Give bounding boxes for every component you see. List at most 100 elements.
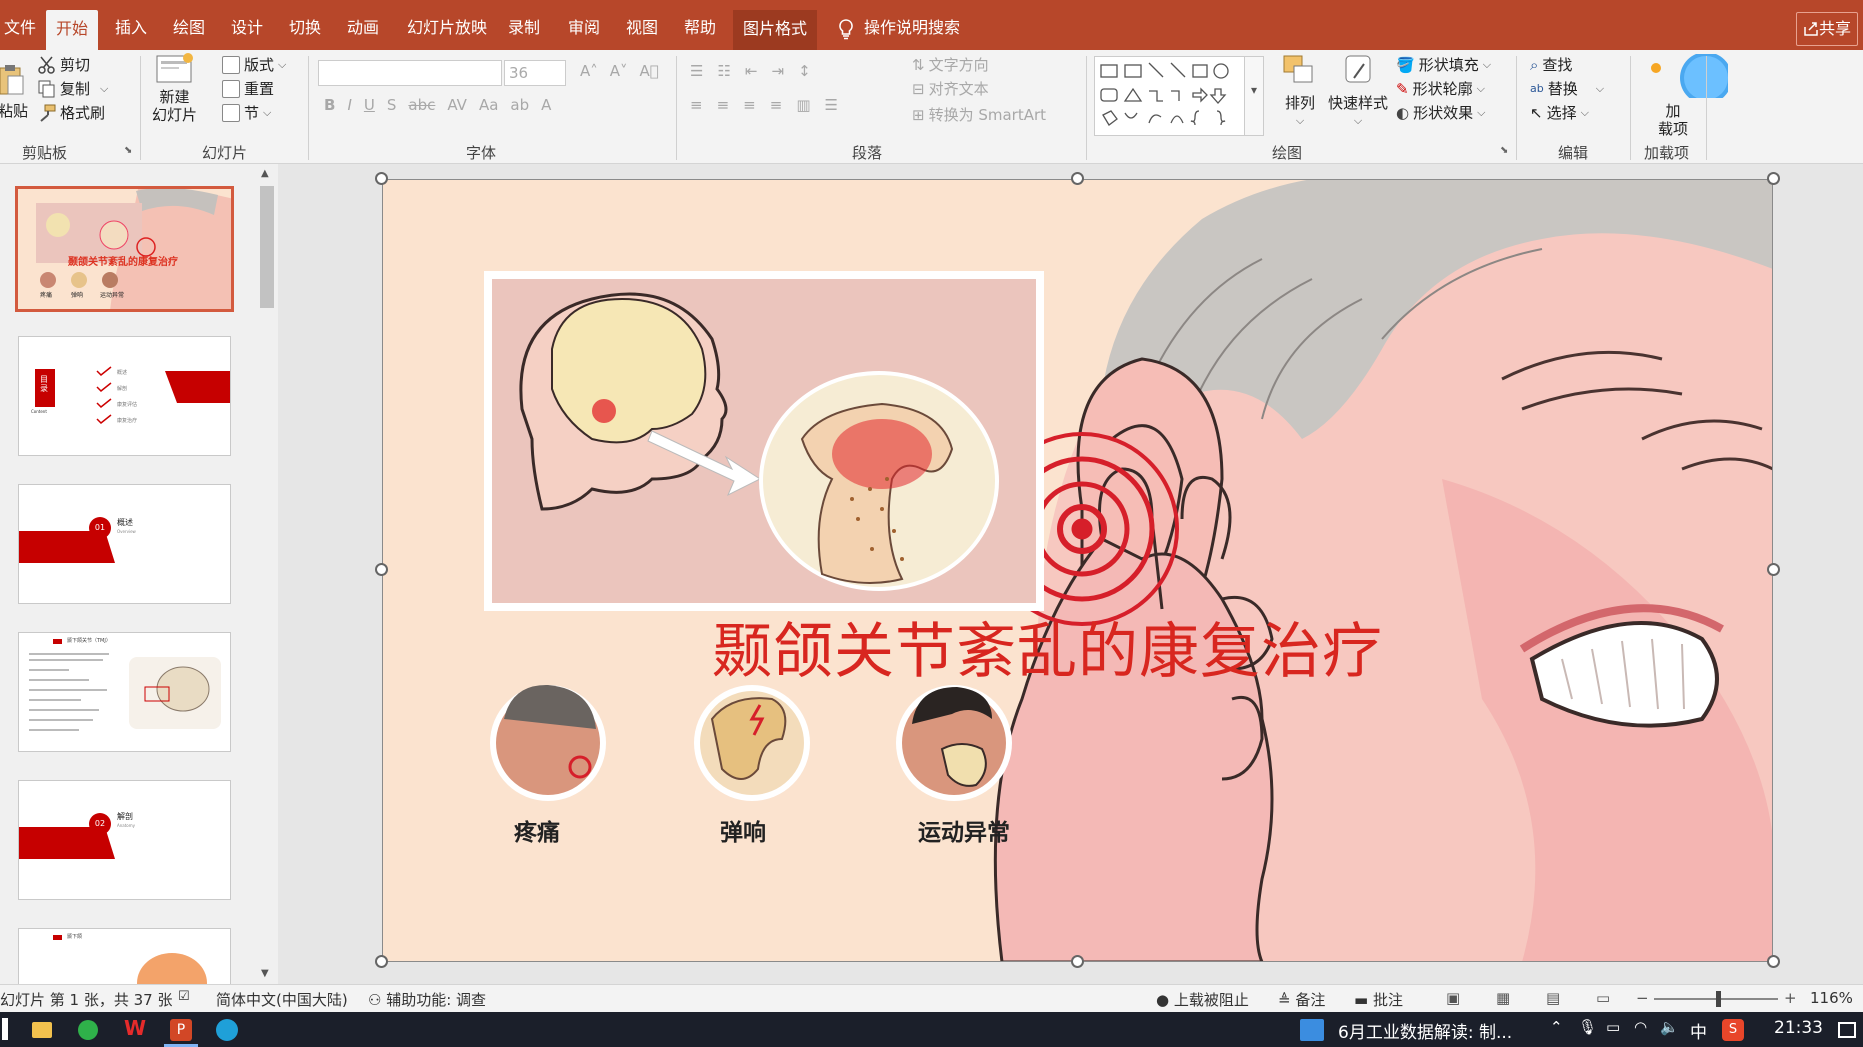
symptom-label-click[interactable]: 弹响 <box>720 813 766 847</box>
char-spacing-icon[interactable]: AV <box>447 96 467 114</box>
shrink-font-icon[interactable]: A˅ <box>610 62 628 80</box>
tab-help[interactable]: 帮助 <box>674 12 726 48</box>
slide-title[interactable]: 颞颌关节紊乱的康复治疗 <box>712 603 1383 690</box>
comments-button[interactable]: ▬ 批注 <box>1354 989 1403 1010</box>
highlight-icon[interactable]: ab <box>510 96 529 114</box>
shapes-gallery[interactable] <box>1094 56 1254 136</box>
tab-animations[interactable]: 动画 <box>337 12 389 48</box>
share-button[interactable]: 共享 <box>1796 12 1858 46</box>
slide-thumbnail-5[interactable]: 02 解剖 Anatomy <box>18 780 231 900</box>
file-explorer-icon[interactable] <box>32 1022 52 1038</box>
edge-icon[interactable] <box>216 1019 238 1041</box>
browser-360-icon[interactable] <box>78 1020 98 1040</box>
quick-styles-button[interactable]: 快速样式 ⌵ <box>1328 54 1388 126</box>
slide-thumbnail-6[interactable]: 颞下颌 <box>18 928 231 988</box>
tab-draw[interactable]: 绘图 <box>163 12 215 48</box>
resize-handle-left[interactable] <box>375 563 388 576</box>
dialog-launcher-icon[interactable]: ⬊ <box>1500 145 1508 156</box>
upload-blocked-indicator[interactable]: ● 上载被阻止 <box>1156 989 1249 1010</box>
normal-view-icon[interactable]: ▣ <box>1446 989 1460 1007</box>
resize-handle-right[interactable] <box>1767 563 1780 576</box>
wps-icon[interactable]: W <box>124 1016 146 1040</box>
format-painter-button[interactable]: 格式刷 <box>38 102 105 123</box>
slide-canvas[interactable]: 颞颌关节紊乱的康复治疗 疼痛 弹响 运动异常 <box>382 179 1773 962</box>
symptom-label-pain[interactable]: 疼痛 <box>514 813 560 847</box>
line-spacing-icon[interactable]: ↕ <box>798 62 811 80</box>
replace-button[interactable]: ab 替换 ⌵ <box>1530 78 1604 99</box>
tab-design[interactable]: 设计 <box>221 12 273 48</box>
slide-thumbnail-1[interactable]: 颞颌关节紊乱的康复治疗 疼痛 弹响 运动异常 <box>15 186 234 312</box>
slide-thumbnail-2[interactable]: 目录 Content 概述 解剖 康复评估 康复治疗 <box>18 336 231 456</box>
align-center-icon[interactable]: ≡ <box>717 96 730 114</box>
scroll-up-icon[interactable]: ▲ <box>261 168 269 179</box>
tab-view[interactable]: 视图 <box>616 12 668 48</box>
align-text-button[interactable]: ⊟ 对齐文本 <box>912 78 989 99</box>
paste-button[interactable]: 粘贴 <box>0 64 28 121</box>
news-widget-icon[interactable] <box>1300 1019 1324 1041</box>
copy-button[interactable]: 复制 ⌵ <box>38 78 108 99</box>
reading-view-icon[interactable]: ▤ <box>1546 989 1560 1007</box>
microphone-icon[interactable]: 🎙 <box>1578 1018 1597 1036</box>
shape-outline-button[interactable]: ✎ 形状轮廓 ⌵ <box>1396 78 1485 99</box>
powerpoint-taskbar-icon[interactable]: P <box>170 1019 192 1041</box>
change-case-icon[interactable]: Aa <box>479 96 498 114</box>
font-color-icon[interactable]: A <box>541 96 551 114</box>
columns-icon[interactable]: ▥ <box>796 96 810 114</box>
tab-record[interactable]: 录制 <box>498 12 550 48</box>
italic-icon[interactable]: I <box>347 96 351 114</box>
zoom-slider-thumb[interactable] <box>1716 991 1721 1007</box>
section-button[interactable]: 节 ⌵ <box>222 102 271 123</box>
reset-button[interactable]: 重置 <box>222 78 274 99</box>
font-size-box[interactable]: 36 <box>504 60 566 86</box>
resize-handle-bottom-left[interactable] <box>375 955 388 968</box>
scroll-down-icon[interactable]: ▼ <box>261 968 269 979</box>
sogou-ime-icon[interactable]: S <box>1722 1019 1744 1041</box>
taskbar-clock[interactable]: 21:33 <box>1774 1018 1823 1038</box>
tab-insert[interactable]: 插入 <box>105 12 157 48</box>
wifi-icon[interactable]: ◠ <box>1634 1018 1647 1036</box>
grow-font-icon[interactable]: A˄ <box>580 62 598 80</box>
underline-icon[interactable]: U <box>364 96 375 114</box>
spellcheck-icon[interactable]: ☑ <box>178 989 190 1004</box>
select-button[interactable]: ↖ 选择 ⌵ <box>1530 102 1589 123</box>
thumbnails-scrollbar[interactable]: ▲ ▼ <box>258 164 276 984</box>
find-button[interactable]: ⌕ 查找 <box>1530 54 1572 75</box>
shadow-icon[interactable]: S <box>387 96 397 114</box>
slide-thumbnail-4[interactable]: 颞下颌关节（TMJ） <box>18 632 231 752</box>
arrange-button[interactable]: 排列 ⌵ <box>1282 54 1318 126</box>
language-indicator[interactable]: 简体中文(中国大陆) <box>216 989 348 1010</box>
resize-handle-bottom[interactable] <box>1071 955 1084 968</box>
ime-indicator[interactable]: 中 <box>1690 1018 1707 1043</box>
align-right-icon[interactable]: ≡ <box>743 96 756 114</box>
tab-transitions[interactable]: 切换 <box>279 12 331 48</box>
align-left-icon[interactable]: ≡ <box>690 96 703 114</box>
dialog-launcher-icon[interactable]: ⬊ <box>124 145 132 156</box>
gallery-more-button[interactable]: ▾ <box>1244 56 1264 136</box>
resize-handle-top[interactable] <box>1071 172 1084 185</box>
decrease-indent-icon[interactable]: ⇤ <box>745 62 758 80</box>
bold-icon[interactable]: B <box>324 96 335 114</box>
resize-handle-top-right[interactable] <box>1767 172 1780 185</box>
shape-fill-button[interactable]: 🪣 形状填充 ⌵ <box>1396 54 1491 75</box>
add-ins-button[interactable]: 加 载项 <box>1648 54 1728 138</box>
convert-smartart-button[interactable]: ⊞ 转换为 SmartArt <box>912 104 1046 125</box>
new-slide-button[interactable]: 新建 幻灯片 <box>152 52 197 124</box>
justify-icon[interactable]: ≡ <box>770 96 783 114</box>
slideshow-view-icon[interactable]: ▭ <box>1596 989 1610 1007</box>
zoom-out-icon[interactable]: − <box>1636 989 1649 1007</box>
zoom-in-icon[interactable]: + <box>1784 989 1797 1007</box>
slide-sorter-icon[interactable]: ▦ <box>1496 989 1510 1007</box>
zoom-level[interactable]: 116% <box>1810 989 1853 1007</box>
cut-button[interactable]: 剪切 <box>38 54 90 75</box>
accessibility-indicator[interactable]: ⚇ 辅助功能: 调查 <box>368 989 486 1010</box>
paragraph-settings-icon[interactable]: ☰ <box>825 96 838 114</box>
resize-handle-top-left[interactable] <box>375 172 388 185</box>
slide-thumbnail-3[interactable]: 01 概述 Overview <box>18 484 231 604</box>
strikethrough-icon[interactable]: abc <box>408 96 435 114</box>
chevron-up-icon[interactable]: ⌃ <box>1550 1018 1563 1036</box>
slide-illustration[interactable] <box>382 179 1773 962</box>
scrollbar-thumb[interactable] <box>260 186 274 308</box>
resize-handle-bottom-right[interactable] <box>1767 955 1780 968</box>
tab-slideshow[interactable]: 幻灯片放映 <box>397 12 497 48</box>
start-edge-icon[interactable] <box>2 1018 8 1040</box>
